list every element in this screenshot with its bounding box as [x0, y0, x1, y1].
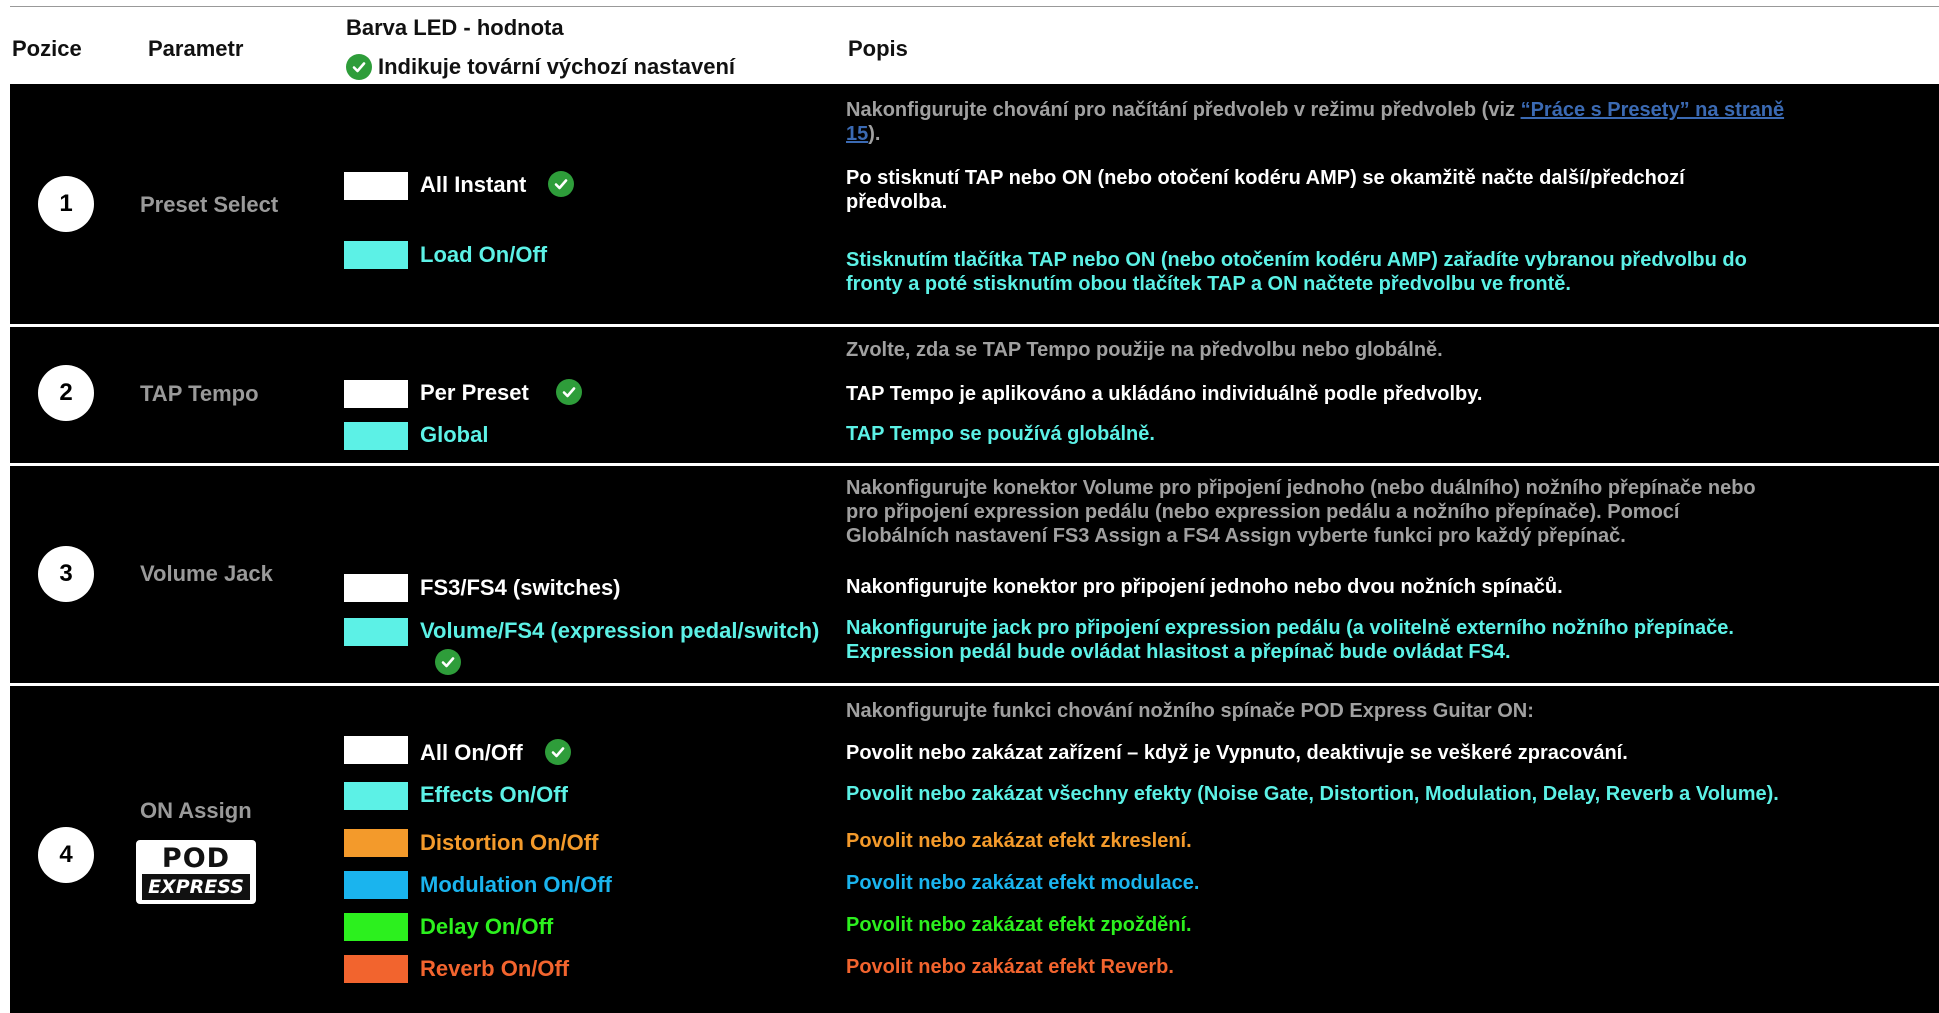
- description: Stisknutím tlačítka TAP nebo ON (nebo ot…: [846, 248, 1916, 296]
- description-line: Globálních nastavení FS3 Assign a FS4 As…: [846, 525, 1626, 547]
- description-intro: Zvolte, zda se TAP Tempo použije na před…: [846, 339, 1443, 361]
- page-link[interactable]: 15: [846, 123, 868, 145]
- intro-text: Nakonfigurujte chování pro načítání před…: [846, 99, 1521, 121]
- description: Povolit nebo zakázat efekt Reverb.: [846, 956, 1174, 978]
- description-line: Expression pedál bude ovládat hlasitost …: [846, 641, 1511, 663]
- parameter-name: Volume Jack: [140, 561, 273, 586]
- position-number: 2: [38, 365, 94, 421]
- description-intro: Nakonfigurujte funkci chování nožního sp…: [846, 700, 1534, 722]
- row-separator: [10, 683, 1939, 686]
- description: Nakonfigurujte konektor pro připojení je…: [846, 576, 1563, 598]
- row-separator: [10, 324, 1939, 327]
- top-border: [10, 6, 1939, 7]
- description: TAP Tempo se používá globálně.: [846, 423, 1155, 445]
- description: Povolit nebo zakázat zařízení – když je …: [846, 742, 1628, 764]
- parameter-name: ON Assign: [140, 798, 252, 823]
- option-label: Distortion On/Off: [420, 830, 599, 855]
- description: Povolit nebo zakázat všechny efekty (Noi…: [846, 783, 1779, 805]
- header-led-note: Indikuje tovární výchozí nastavení: [378, 54, 735, 79]
- description: TAP Tempo je aplikováno a ukládáno indiv…: [846, 383, 1483, 405]
- led-swatch: [344, 618, 408, 646]
- led-swatch: [344, 871, 408, 899]
- led-swatch: [344, 955, 408, 983]
- option-label: Effects On/Off: [420, 782, 568, 807]
- description-line: fronty a poté stisknutím obou tlačítek T…: [846, 273, 1571, 295]
- option-label: Load On/Off: [420, 242, 548, 267]
- parameter-name: TAP Tempo: [140, 381, 259, 406]
- description: Po stisknutí TAP nebo ON (nebo otočení k…: [846, 166, 1916, 214]
- led-swatch: [344, 422, 408, 450]
- default-check-icon: [556, 379, 582, 405]
- header-parameter: Parametr: [148, 36, 244, 61]
- description-line: Nakonfigurujte konektor Volume pro připo…: [846, 477, 1756, 499]
- led-swatch: [344, 913, 408, 941]
- description-line: pro připojení expression pedálu (nebo ex…: [846, 501, 1680, 523]
- option-label: Volume/FS4 (expression pedal/switch): [420, 618, 820, 643]
- option-label: Per Preset: [420, 380, 529, 405]
- intro-tail: ).: [868, 123, 881, 145]
- logo-express-text: EXPRESS: [142, 874, 250, 900]
- logo-pod-text: POD: [161, 843, 231, 874]
- description-line: Stisknutím tlačítka TAP nebo ON (nebo ot…: [846, 249, 1747, 271]
- description-line: Nakonfigurujte jack pro připojení expres…: [846, 617, 1734, 639]
- option-label: Modulation On/Off: [420, 872, 612, 897]
- row-separator: [10, 463, 1939, 466]
- header-position: Pozice: [12, 36, 82, 61]
- description-line: předvolba.: [846, 191, 948, 213]
- description-line: Po stisknutí TAP nebo ON (nebo otočení k…: [846, 167, 1685, 189]
- led-swatch: [344, 736, 408, 764]
- description: Povolit nebo zakázat efekt zpoždění.: [846, 914, 1192, 936]
- option-label: All On/Off: [420, 740, 523, 765]
- default-check-icon: [548, 171, 574, 197]
- description: Povolit nebo zakázat efekt modulace.: [846, 872, 1200, 894]
- option-label: All Instant: [420, 172, 527, 197]
- description: Povolit nebo zakázat efekt zkreslení.: [846, 830, 1192, 852]
- position-number: 3: [38, 546, 94, 602]
- header-led: Barva LED - hodnota: [346, 15, 564, 40]
- pod-express-logo: POD EXPRESS: [136, 840, 256, 904]
- description-intro: Nakonfigurujte chování pro načítání před…: [846, 98, 1916, 146]
- option-label: FS3/FS4 (switches): [420, 575, 621, 600]
- position-number: 4: [38, 827, 94, 883]
- led-swatch: [344, 380, 408, 408]
- description: Nakonfigurujte jack pro připojení expres…: [846, 616, 1916, 664]
- page-link[interactable]: “Práce s Presety” na straně: [1521, 99, 1785, 121]
- default-check-icon: [346, 54, 372, 80]
- led-swatch: [344, 241, 408, 269]
- default-check-icon: [435, 649, 461, 675]
- header-description: Popis: [848, 36, 908, 61]
- option-label: Global: [420, 422, 489, 447]
- option-label: Reverb On/Off: [420, 956, 570, 981]
- default-check-icon: [545, 739, 571, 765]
- position-number: 1: [38, 176, 94, 232]
- led-swatch: [344, 782, 408, 810]
- led-swatch: [344, 574, 408, 602]
- led-swatch: [344, 172, 408, 200]
- description-intro: Nakonfigurujte konektor Volume pro připo…: [846, 476, 1916, 548]
- parameter-name: Preset Select: [140, 192, 279, 217]
- option-label: Delay On/Off: [420, 914, 554, 939]
- led-swatch: [344, 829, 408, 857]
